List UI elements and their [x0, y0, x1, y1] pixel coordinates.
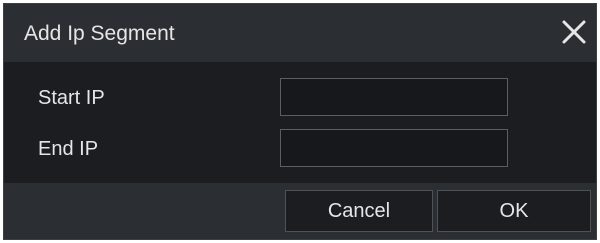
close-button[interactable]	[558, 16, 590, 48]
dialog-footer: Cancel OK	[4, 183, 596, 239]
add-ip-segment-dialog: Add Ip Segment Start IP End IP Cancel OK	[3, 3, 597, 240]
start-ip-input[interactable]	[280, 78, 508, 116]
dialog-body: Start IP End IP	[4, 62, 596, 183]
close-icon	[562, 20, 586, 44]
dialog-title-bar: Add Ip Segment	[4, 4, 596, 62]
ok-button[interactable]: OK	[437, 190, 591, 232]
cancel-button[interactable]: Cancel	[285, 190, 433, 232]
end-ip-input[interactable]	[280, 129, 508, 167]
start-ip-label: Start IP	[38, 87, 105, 109]
dialog-title: Add Ip Segment	[24, 22, 175, 45]
end-ip-label: End IP	[38, 138, 99, 160]
